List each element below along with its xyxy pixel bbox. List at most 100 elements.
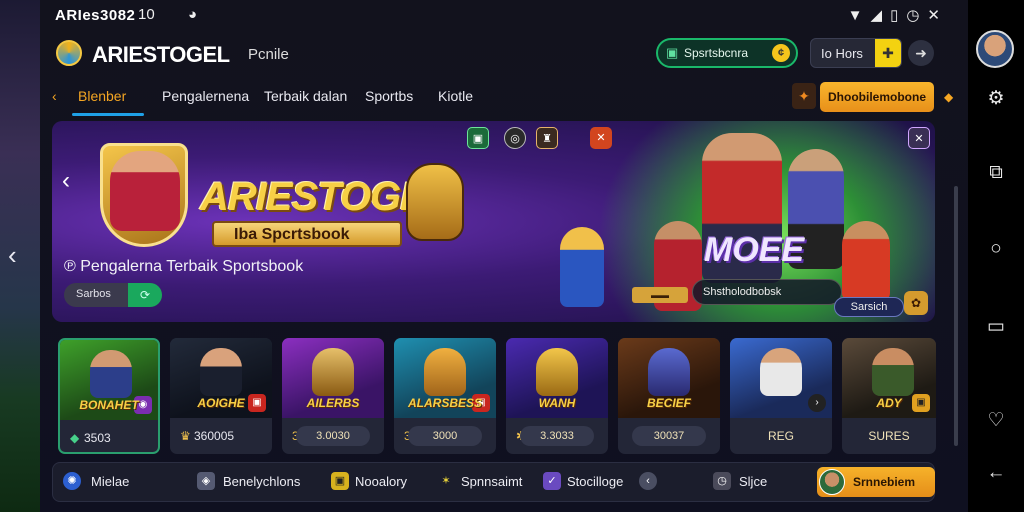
game-card[interactable]: ▣ AOIGHE ♛ 360005 [170, 338, 272, 454]
status-bar: ARIes3082 10 ◕ ▼◢▯◷✕ [40, 0, 968, 30]
bottom-cta-button[interactable]: Srnnebiem [817, 467, 935, 497]
bottom-item-sljce[interactable]: Sljce [739, 474, 767, 489]
home-icon[interactable]: ○ [985, 238, 1007, 260]
arrow-icon: ⟳ [128, 283, 162, 307]
game-card[interactable]: ◉ BONAHET ◆ 3503 [58, 338, 160, 454]
game-art: BECIEF [618, 338, 720, 418]
tab-blenber[interactable]: Blenber [78, 88, 126, 104]
game-value: 3000 [408, 426, 482, 446]
game-art: WANH [506, 338, 608, 418]
banner-search-pill[interactable]: Sarsich [834, 297, 904, 317]
game-art: ▣ AOIGHE [170, 338, 272, 418]
badge-icon: ◎ [504, 127, 526, 149]
tab-sportbs[interactable]: Sportbs [365, 88, 413, 104]
game-meta: 3 3000 [394, 424, 496, 450]
status-extra: 10 [138, 6, 155, 23]
game-value: REG [767, 429, 794, 443]
game-card[interactable]: BECIEF 30037 [618, 338, 720, 454]
system-nav-bar: ⚙ ⧉ ○ ▭ ♡ ← [968, 0, 1024, 512]
hero-player-far [842, 221, 890, 301]
badge-icon: ✕ [908, 127, 930, 149]
sportsbook-pill-label: Spsrtsbcnra [684, 46, 749, 60]
window-icon[interactable]: ⧉ [985, 162, 1007, 184]
tab-kiotle[interactable]: Kiotle [438, 88, 473, 104]
game-card[interactable]: AILERBS 3 3.0030 [282, 338, 384, 454]
game-meta: ♛ 360005 [170, 424, 272, 450]
scrollbar[interactable] [954, 186, 958, 446]
app-window: ARIes3082 10 ◕ ▼◢▯◷✕ ARIESTOGEL Pcnile ▣… [40, 0, 968, 512]
sparkle-icon: ✶ [441, 475, 451, 487]
recents-icon[interactable]: ▭ [985, 316, 1007, 338]
check-icon: ✓ [543, 472, 561, 490]
back-icon[interactable]: ← [985, 462, 1007, 484]
heart-icon[interactable]: ♡ [985, 410, 1007, 432]
bottom-item-benelychlons[interactable]: Benelychlons [223, 474, 300, 489]
status-icons: ▼◢▯◷✕ [848, 6, 948, 24]
trophy-icon: ♛ [180, 429, 191, 443]
wifi-icon: ▼ [847, 7, 871, 24]
active-tab-indicator [72, 113, 144, 116]
sportsbook-pill[interactable]: ▣ Spsrtsbcnra ¢ [656, 38, 798, 68]
brand-name: ARIESTOGEL [92, 42, 230, 67]
game-name: BECIEF [646, 396, 691, 410]
avatar[interactable] [976, 30, 1014, 68]
hours-button[interactable]: Io Hors ✚ [810, 38, 902, 68]
player-figure [110, 151, 180, 231]
arrow-right-icon[interactable]: ➜ [908, 40, 934, 66]
avatar [819, 469, 845, 495]
banner-info-text: Shstholodbobsk [703, 286, 782, 298]
game-name: AOIGHE [197, 396, 245, 410]
bottom-item-spnnsaimt[interactable]: Spnnsaimt [461, 474, 522, 489]
arrow-icon[interactable]: ‹ [639, 472, 657, 490]
caret-left-icon[interactable]: ‹ [52, 88, 57, 104]
signal-icon: ◢ [870, 7, 891, 24]
gear-icon[interactable]: ⚙ [985, 88, 1007, 110]
globe-icon: ✺ [63, 472, 81, 490]
game-value: 3.3033 [520, 426, 594, 446]
tab-bar: ‹ Blenber Pengalernena Terbaik dalan Spo… [40, 80, 968, 116]
game-art: ◉ BONAHET [60, 340, 158, 420]
gold-tag: ▬▬ [632, 287, 688, 303]
badge-icon: ✕ [590, 127, 612, 149]
close-icon[interactable]: ✕ [927, 7, 948, 24]
ticket-icon: ▣ [666, 45, 679, 60]
gift-icon[interactable]: ✦ [792, 83, 816, 109]
game-value: 3.0030 [296, 426, 370, 446]
game-card[interactable]: WANH ✱ 3.3033 [506, 338, 608, 454]
gem-icon: ◆ [70, 431, 80, 445]
game-name: ALARSBESS [407, 396, 482, 410]
game-art: › [730, 338, 832, 418]
banner-cta-pill[interactable]: Sarbos ⟳ [64, 283, 162, 307]
game-card[interactable]: ▣ ALARSBESS 3 3000 [394, 338, 496, 454]
banner-info-pill[interactable]: Shstholodbobsk [692, 279, 842, 305]
game-cards: ◉ BONAHET ◆ 3503 ▣ AOIGHE ♛ 360005 AILER [58, 338, 936, 458]
chevron-right-icon[interactable]: › [808, 394, 826, 412]
fox-mascot-icon [406, 163, 464, 241]
bottom-item-stocilloge[interactable]: Stocilloge [567, 474, 623, 489]
banner-tagline: ℗ Pengalerna Terbaik Sportsbook [64, 258, 303, 276]
game-character [200, 348, 242, 396]
profile-link[interactable]: Pcnile [248, 46, 289, 63]
promo-button[interactable]: Dhoobilemobone [820, 82, 934, 112]
badge-icon: ♜ [536, 127, 558, 149]
chevron-left-icon[interactable]: ‹ [8, 240, 17, 271]
banner-prev-icon[interactable]: ‹ [62, 167, 70, 195]
game-value: 360005 [194, 429, 235, 443]
battery-icon: ▯ [890, 7, 907, 24]
bottom-item-nooalory[interactable]: Nooalory [355, 474, 407, 489]
banner-subtitle: Iba Spcrtsbook [234, 226, 350, 243]
bolt-icon: ✚ [875, 39, 901, 67]
tab-terbaik-dalan[interactable]: Terbaik dalan [264, 88, 347, 104]
hero-banner[interactable]: ‹ ARIESTOGEL Iba Spcrtsbook ▣ ◎ ♜ ✕ ✕ MO… [52, 121, 935, 322]
game-card[interactable]: ▣ ADY SURES [842, 338, 936, 454]
game-character [872, 348, 914, 396]
game-character [424, 348, 466, 396]
tab-pengalernena[interactable]: Pengalernena [162, 88, 249, 104]
bottom-item-mielae[interactable]: Mielae [91, 474, 129, 489]
logo-icon [56, 40, 82, 66]
game-meta: 30037 [618, 424, 720, 450]
game-name: AILERBS [306, 396, 360, 410]
game-art: AILERBS [282, 338, 384, 418]
game-value: SURES [868, 429, 910, 443]
game-card[interactable]: › REG [730, 338, 832, 454]
